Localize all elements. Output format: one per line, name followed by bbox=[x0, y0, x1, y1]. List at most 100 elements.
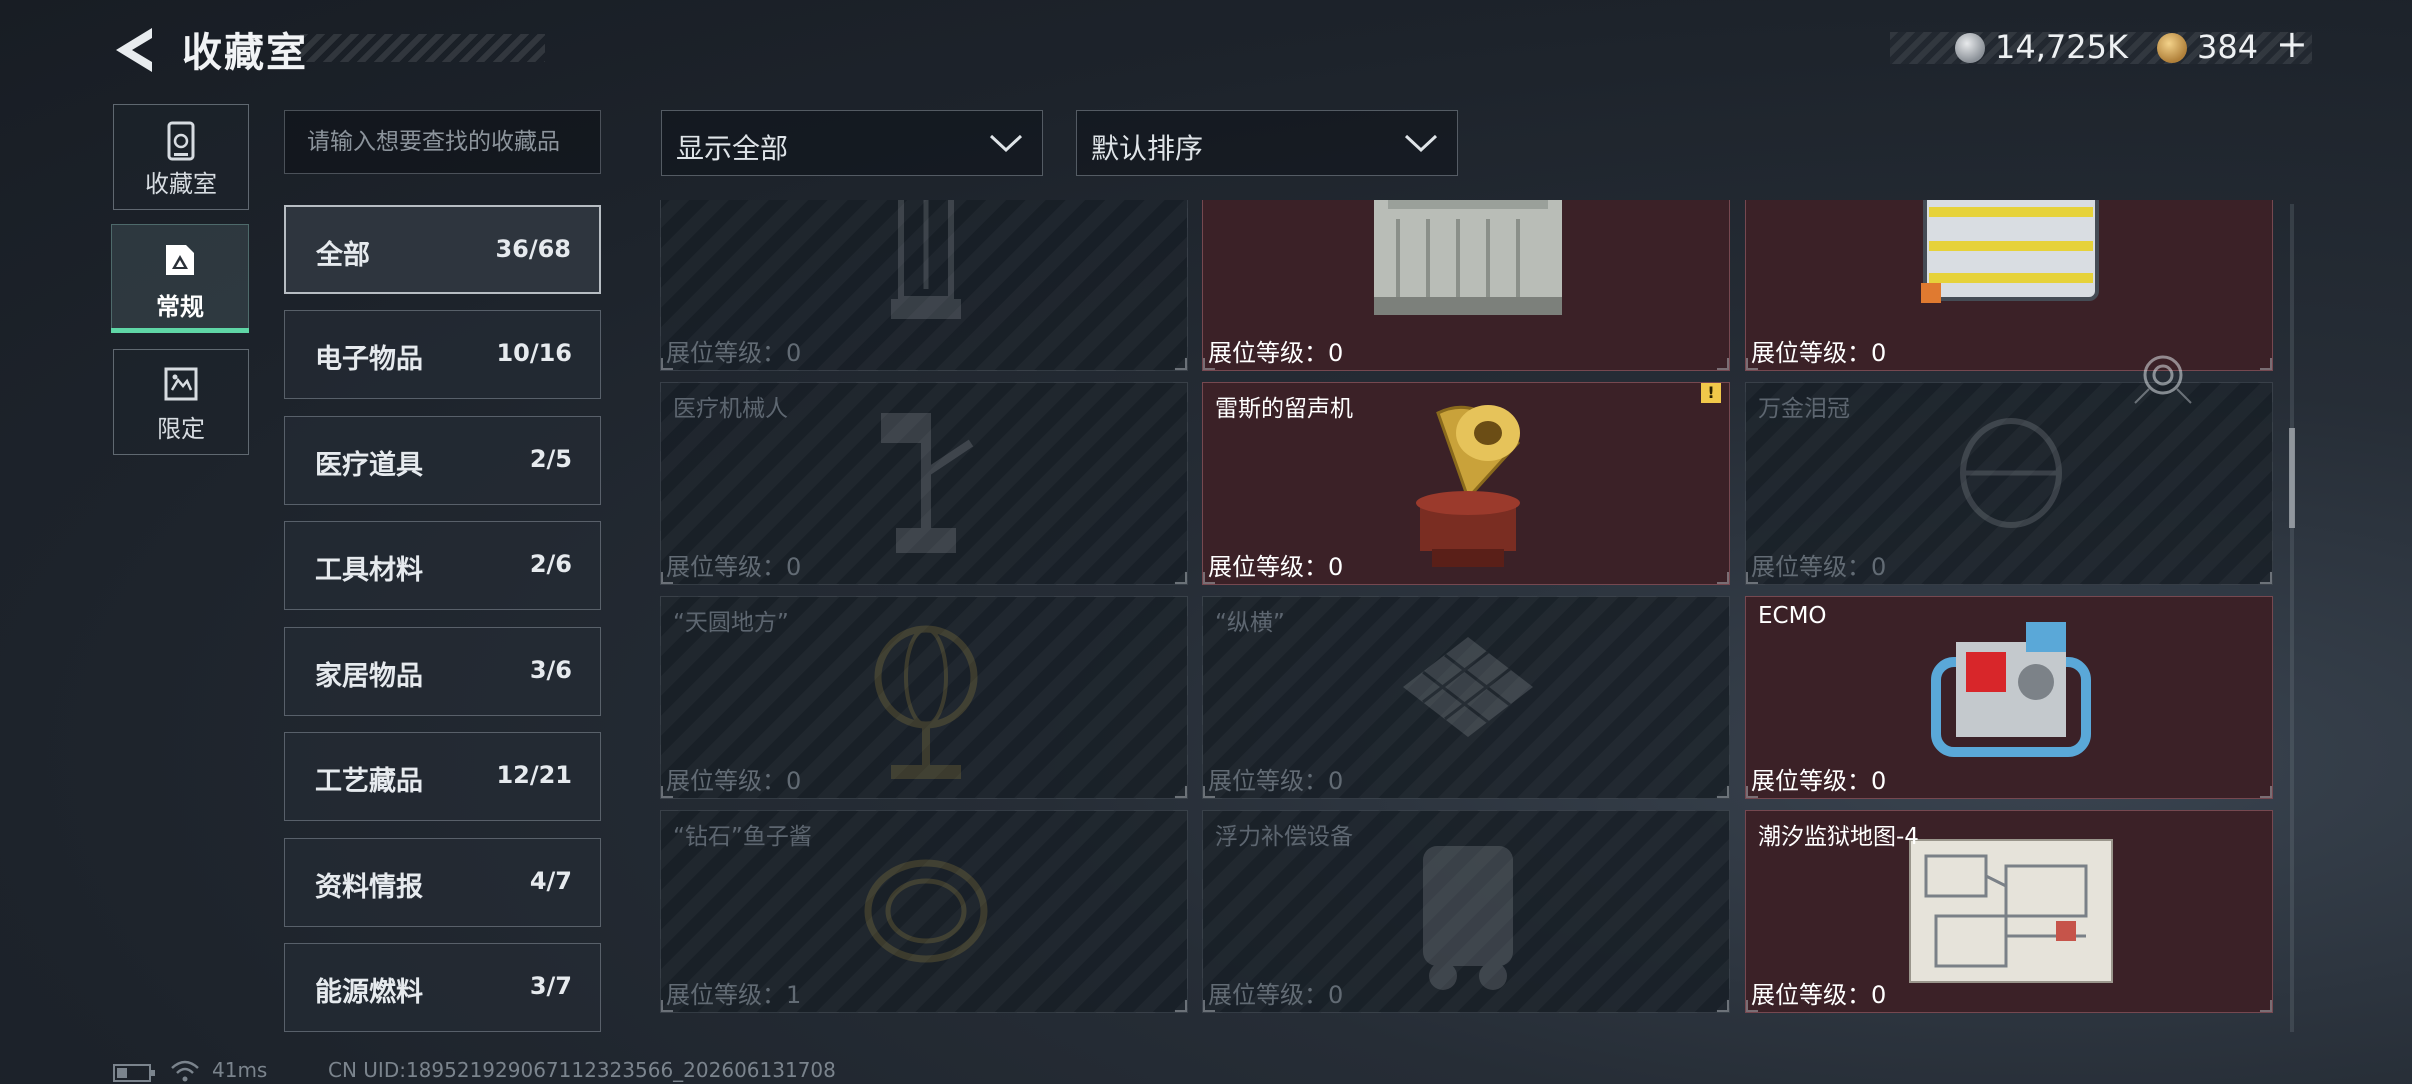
corner-bracket bbox=[661, 358, 673, 370]
sort-dropdown[interactable]: 默认排序 bbox=[1076, 110, 1458, 176]
collection-card[interactable]: “钻石”鱼子酱 展位等级：1 bbox=[660, 810, 1188, 1013]
booth-level-value: 0 bbox=[1328, 767, 1344, 795]
corner-bracket bbox=[1175, 358, 1187, 370]
category-count: 3/6 bbox=[529, 656, 572, 684]
booth-level-label: 展位等级： bbox=[666, 981, 786, 1009]
category-name: 医疗道具 bbox=[315, 450, 423, 481]
collection-card[interactable]: 潮汐监狱地图-4 展位等级：0 bbox=[1745, 810, 2273, 1013]
booth-level-label: 展位等级： bbox=[1208, 553, 1328, 581]
category-electronics[interactable]: 电子物品 10/16 bbox=[284, 310, 601, 399]
category-crafts[interactable]: 工艺藏品 12/21 bbox=[284, 732, 601, 821]
collection-card[interactable]: “天圆地方” 展位等级：0 bbox=[660, 596, 1188, 799]
target-reticle-icon[interactable] bbox=[2133, 345, 2193, 405]
collection-item-name: 万金泪冠 bbox=[1758, 396, 1850, 422]
chevron-down-icon bbox=[989, 134, 1023, 153]
collection-card[interactable]: 雷斯的留声机展位等级：0! bbox=[1202, 382, 1730, 585]
page-title: 收藏室 bbox=[182, 30, 308, 76]
collection-card[interactable]: 万金泪冠展位等级：0 bbox=[1745, 382, 2273, 585]
back-button[interactable] bbox=[112, 24, 160, 76]
corner-bracket bbox=[1175, 572, 1187, 584]
booth-level-value: 0 bbox=[1871, 767, 1887, 795]
category-count: 4/7 bbox=[529, 867, 572, 895]
chevron-down-icon bbox=[1404, 134, 1438, 153]
category-all[interactable]: 全部 36/68 bbox=[284, 205, 601, 294]
booth-level-value: 0 bbox=[1328, 981, 1344, 1009]
collection-card[interactable]: “纵横” 展位等级：0 bbox=[1202, 596, 1730, 799]
regular-collection-icon bbox=[166, 245, 194, 275]
grid-scroll-thumb[interactable] bbox=[2289, 428, 2295, 528]
corner-bracket bbox=[1717, 786, 1729, 798]
tin-icon bbox=[864, 859, 988, 963]
alert-badge: ! bbox=[1701, 383, 1721, 403]
category-count: 3/7 bbox=[529, 972, 572, 1000]
category-count: 12/21 bbox=[496, 761, 572, 789]
collection-item-name: “钻石”鱼子酱 bbox=[673, 824, 812, 850]
category-intel[interactable]: 资料情报 4/7 bbox=[284, 838, 601, 927]
limited-collection-icon bbox=[164, 367, 198, 401]
mode-tab-regular[interactable]: 常规 bbox=[111, 224, 249, 333]
collection-card[interactable]: 展位等级：0 bbox=[1745, 200, 2273, 371]
corner-bracket bbox=[1175, 1000, 1187, 1012]
crown-icon bbox=[1960, 418, 2062, 528]
display-filter-dropdown[interactable]: 显示全部 bbox=[661, 110, 1043, 176]
booth-level-label: 展位等级： bbox=[666, 553, 786, 581]
cell-pack-icon bbox=[1921, 200, 2099, 303]
booth-level-value: 0 bbox=[1871, 553, 1887, 581]
booth-level: 展位等级：0 bbox=[1208, 547, 1343, 582]
grid-scrollbar[interactable] bbox=[2290, 204, 2294, 1032]
gramophone-icon bbox=[1416, 405, 1520, 567]
corner-bracket bbox=[2260, 358, 2272, 370]
mode-tab-collection[interactable]: 收藏室 bbox=[113, 104, 249, 210]
collection-card[interactable]: 医疗机械人 展位等级：0 bbox=[660, 382, 1188, 585]
booth-level-label: 展位等级： bbox=[1208, 767, 1328, 795]
category-name: 工具材料 bbox=[315, 555, 423, 586]
booth-level: 展位等级：0 bbox=[666, 333, 801, 368]
mode-tab-limited[interactable]: 限定 bbox=[113, 349, 249, 455]
silver-coin-icon bbox=[1955, 33, 1985, 63]
category-medical[interactable]: 医疗道具 2/5 bbox=[284, 416, 601, 505]
category-count: 2/5 bbox=[529, 445, 572, 473]
booth-level: 展位等级：0 bbox=[1208, 975, 1343, 1010]
corner-bracket bbox=[1203, 786, 1215, 798]
corner-bracket bbox=[1746, 1000, 1758, 1012]
collection-item-name: 浮力补偿设备 bbox=[1215, 824, 1353, 850]
corner-bracket bbox=[1203, 1000, 1215, 1012]
collection-grid[interactable]: 展位等级：0 展位等级：0 展位等级：0 医疗机械人 展位等级：0 雷斯的留声机 展位等级：… bbox=[660, 200, 2280, 1032]
collection-item-name: 雷斯的留声机 bbox=[1215, 396, 1353, 422]
collection-item-name: “天圆地方” bbox=[673, 610, 789, 636]
back-arrow-icon bbox=[116, 28, 152, 72]
ecmo-icon bbox=[1931, 622, 2091, 757]
collection-card[interactable]: 浮力补偿设备展位等级：0 bbox=[1202, 810, 1730, 1013]
booth-level: 展位等级：0 bbox=[1208, 761, 1343, 796]
category-household[interactable]: 家居物品 3/6 bbox=[284, 627, 601, 716]
category-count: 2/6 bbox=[529, 550, 572, 578]
uid-text: CN UID:189521929067112323566_20260613170… bbox=[328, 1058, 836, 1082]
search-input[interactable] bbox=[284, 110, 601, 174]
chessboard-icon bbox=[1403, 637, 1533, 737]
booth-level: 展位等级：0 bbox=[666, 761, 801, 796]
booth-level-label: 展位等级： bbox=[1751, 767, 1871, 795]
corner-bracket bbox=[2260, 1000, 2272, 1012]
booth-level: 展位等级：0 bbox=[1751, 975, 1886, 1010]
category-name: 全部 bbox=[316, 240, 370, 271]
booth-level-value: 0 bbox=[786, 767, 802, 795]
collection-card[interactable]: 展位等级：0 bbox=[1202, 200, 1730, 371]
booth-level-label: 展位等级： bbox=[1208, 981, 1328, 1009]
booth-level: 展位等级：0 bbox=[1751, 547, 1886, 582]
corner-bracket bbox=[1717, 1000, 1729, 1012]
booth-level-label: 展位等级： bbox=[1208, 339, 1328, 367]
collection-card[interactable]: 展位等级：0 bbox=[660, 200, 1188, 371]
category-count: 10/16 bbox=[496, 339, 572, 367]
collection-card[interactable]: ECMO 展位等级：0 bbox=[1745, 596, 2273, 799]
add-currency-button[interactable]: + bbox=[2276, 22, 2308, 66]
category-name: 资料情报 bbox=[315, 872, 423, 903]
collection-item-name: 医疗机械人 bbox=[673, 396, 788, 422]
booth-level-value: 0 bbox=[1871, 981, 1887, 1009]
category-energy[interactable]: 能源燃料 3/7 bbox=[284, 943, 601, 1032]
battery-icon bbox=[1374, 200, 1562, 315]
corner-bracket bbox=[661, 572, 673, 584]
collection-item-name: “纵横” bbox=[1215, 610, 1285, 636]
category-tools[interactable]: 工具材料 2/6 bbox=[284, 521, 601, 610]
category-name: 工艺藏品 bbox=[315, 766, 423, 797]
booth-level-value: 0 bbox=[1328, 553, 1344, 581]
